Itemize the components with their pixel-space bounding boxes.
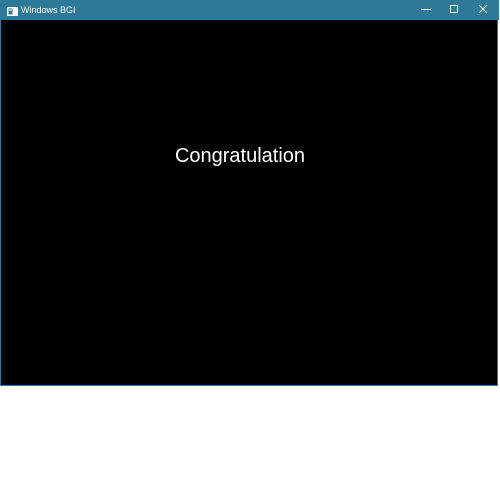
minimize-icon [421, 1, 431, 19]
maximize-icon [449, 1, 459, 19]
title-bar[interactable]: Windows BGI [1, 0, 499, 20]
console-app-icon [7, 4, 18, 16]
graphics-canvas[interactable]: Congratulation [1, 20, 497, 385]
maximize-button[interactable] [440, 0, 468, 20]
minimize-button[interactable] [412, 0, 440, 20]
close-icon [478, 1, 488, 19]
bgi-window: Windows BGI Congratulation [0, 0, 499, 386]
window-title: Windows BGI [21, 5, 76, 15]
close-button[interactable] [469, 0, 497, 20]
empty-background [0, 386, 500, 500]
congratulation-text: Congratulation [174, 145, 306, 167]
